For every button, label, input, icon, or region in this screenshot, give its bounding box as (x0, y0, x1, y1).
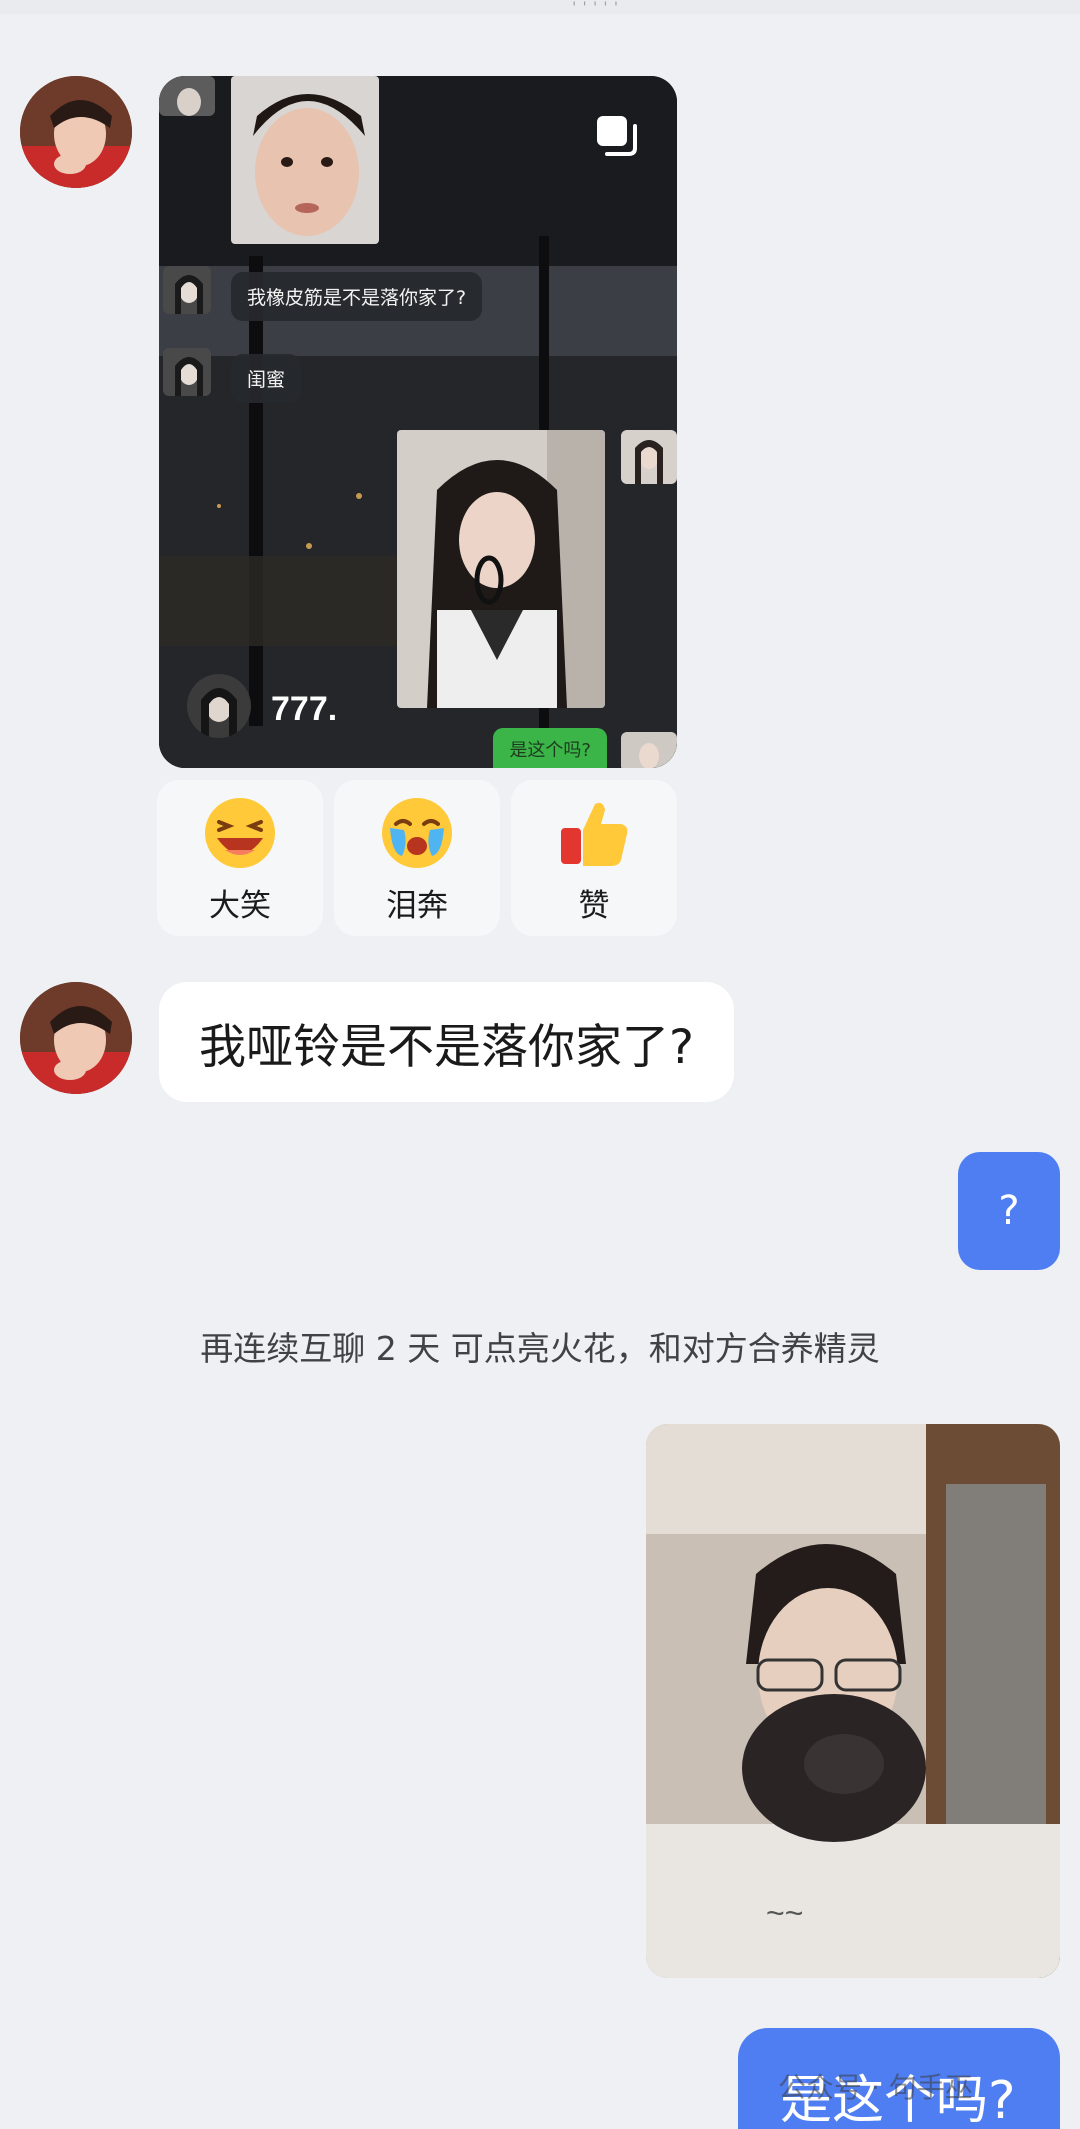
reaction-like-button[interactable]: 赞 (511, 780, 677, 936)
reaction-laugh-button[interactable]: 大笑 (157, 780, 323, 936)
mini-photo-girl (397, 430, 605, 708)
mini-green-bubble: 是这个吗? (493, 728, 607, 768)
streak-system-tip: 再连续互聊 2 天 可点亮火花，和对方合养精灵 (200, 1329, 880, 1368)
contact-avatar[interactable] (20, 76, 132, 188)
mini-avatar-friend (163, 266, 211, 314)
contact-avatar-2[interactable] (20, 982, 132, 1094)
mini-caption-text: 777. (271, 690, 338, 728)
mini-bubble-bestie: 闺蜜 (231, 354, 302, 403)
mini-photo-boy (231, 76, 379, 244)
top-marks: ''''' (570, 0, 623, 16)
mini-avatar-bottom (621, 732, 677, 768)
crying-face-icon (382, 798, 452, 868)
mini-bubble-rubber-band: 我橡皮筋是不是落你家了? (231, 272, 483, 321)
multi-image-stack-icon (597, 116, 637, 156)
mini-avatar-caption (187, 674, 251, 738)
reaction-label: 赞 (578, 888, 610, 924)
outgoing-photo-message[interactable]: ~~ (646, 1424, 1060, 1978)
laughing-face-icon (205, 798, 275, 868)
top-status-strip: ''''' (0, 0, 1080, 16)
chat-screen: ''''' 我橡皮筋是不是落你家了? 闺蜜 777. 是这个吗? 大笑 泪奔 赞… (0, 0, 1080, 2129)
forwarded-screenshot-card[interactable]: 我橡皮筋是不是落你家了? 闺蜜 777. 是这个吗? (159, 76, 677, 768)
reaction-label: 大笑 (209, 888, 271, 924)
incoming-text-bubble[interactable]: 我哑铃是不是落你家了? (159, 982, 734, 1102)
thumbs-up-icon (561, 802, 628, 866)
mini-avatar-top (159, 76, 215, 116)
mini-avatar-friend-2 (163, 348, 211, 396)
avatar-portrait-icon (20, 982, 132, 1094)
svg-text:~~: ~~ (766, 1895, 803, 1931)
photo-boy-with-dumbbell: ~~ (646, 1424, 1060, 1978)
watermark-text: 公众号 · 句手巫 (778, 2071, 973, 2104)
avatar-portrait-icon (20, 76, 132, 188)
reaction-label: 泪奔 (386, 888, 448, 924)
reaction-cry-button[interactable]: 泪奔 (334, 780, 500, 936)
outgoing-question-bubble[interactable]: ? (958, 1152, 1060, 1270)
mini-avatar-right (621, 430, 677, 484)
